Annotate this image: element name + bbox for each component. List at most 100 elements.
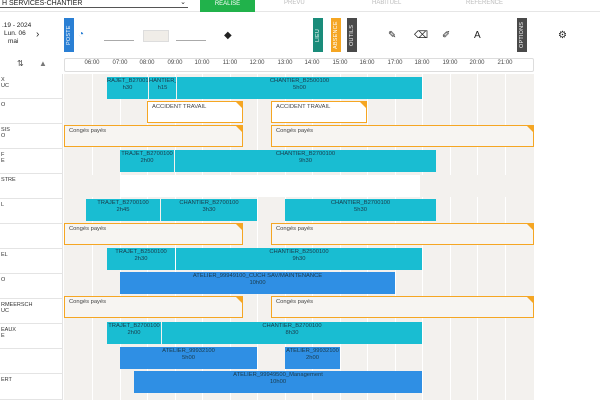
event-block[interactable]: CHANTIER_B2700100 8h30 (162, 322, 422, 344)
hour-label: 16:00 (359, 60, 375, 66)
grid-line (257, 74, 258, 400)
blank-slot-2[interactable] (143, 30, 169, 42)
employee-row[interactable]: O (0, 99, 63, 124)
absence-flag-icon (527, 126, 533, 132)
tab-absence[interactable]: ABSENCE (331, 18, 341, 52)
event-block[interactable]: TRAJET_B2500100 2h30 (107, 248, 175, 270)
tab-lieu[interactable]: LIEU (313, 18, 323, 52)
hour-label: 21:00 (497, 60, 513, 66)
tab-habituel[interactable]: HABITUEL (372, 0, 401, 10)
top-nav: H SERVICES-CHANTIER ⌄ RÉALISÉ PRÉVU HABI… (0, 0, 600, 12)
date-month: mai (8, 38, 19, 45)
employee-row[interactable] (0, 349, 63, 374)
text-style-icon[interactable]: A (474, 30, 481, 41)
toolbar (0, 12, 600, 57)
employee-row[interactable]: SIS O (0, 124, 63, 149)
event-block[interactable]: TRAJET_B2700100 2h00 (120, 150, 174, 172)
warning-icon[interactable]: ▲ (39, 59, 47, 68)
blank-slot-3[interactable] (176, 40, 206, 41)
event-block[interactable]: CHANTIER_B2700100 9h30 (175, 150, 436, 172)
hour-label: 18:00 (414, 60, 430, 66)
sort-icon[interactable]: ⇅ (17, 59, 24, 68)
absence-flag-icon (527, 224, 533, 230)
pie-chart-icon[interactable]: ◔ (78, 29, 84, 40)
hour-label: 06:00 (84, 60, 100, 66)
left-header: ⇅ ▲ (0, 58, 63, 72)
date-day: Lun. 06 (4, 30, 26, 37)
hour-label: 15:00 (332, 60, 348, 66)
settings-icon[interactable]: ⚙ (558, 30, 567, 41)
hour-label: 09:00 (167, 60, 183, 66)
employee-list: X UC O SIS O FE STRE L EL O RMEERSCH UC EAU… (0, 74, 63, 400)
hour-label: 20:00 (469, 60, 485, 66)
hour-label: 14:00 (304, 60, 320, 66)
employee-row[interactable]: EL (0, 249, 63, 274)
tab-poste[interactable]: POSTE (64, 18, 74, 52)
absence-flag-icon (236, 297, 242, 303)
tab-realise[interactable]: RÉALISÉ (200, 0, 255, 12)
event-block[interactable]: ATELIER_99932100 2h00 (285, 347, 340, 369)
employee-row[interactable]: ERT (0, 374, 63, 400)
absence-flag-icon (360, 102, 366, 108)
employee-row[interactable]: RMEERSCH UC (0, 299, 63, 324)
planning-screen: H SERVICES-CHANTIER ⌄ RÉALISÉ PRÉVU HABI… (0, 0, 600, 400)
planning-grid[interactable]: RAJET_B2700100h30 HANTIER_B2h15 CHANTIER… (64, 74, 534, 400)
absence-block[interactable]: Congés payés (271, 223, 534, 245)
employee-row[interactable]: EAUX E (0, 324, 63, 349)
employee-row[interactable] (0, 224, 63, 249)
brush-icon[interactable]: ✎ (388, 30, 396, 41)
current-date: .19 - 2024 Lun. 06 mai (2, 22, 31, 46)
date-week: .19 - 2024 (2, 22, 32, 29)
event-block[interactable]: ATELIER_99932100 5h00 (120, 347, 257, 369)
hour-label: 10:00 (194, 60, 210, 66)
absence-block[interactable]: ACCIDENT TRAVAIL (271, 101, 367, 123)
eraser-tool-icon[interactable]: ⌫ (414, 30, 428, 41)
absence-block[interactable]: Congés payés (271, 125, 534, 147)
employee-row[interactable]: X UC (0, 74, 63, 99)
event-block[interactable]: CHANTIER_B2500100 5h00 (177, 77, 422, 99)
hour-label: 11:00 (222, 60, 238, 66)
tab-reference[interactable]: RÉFÉRENCE (466, 0, 503, 10)
employee-row[interactable]: STRE (0, 174, 63, 199)
tab-outils[interactable]: OUTILS (347, 18, 357, 52)
event-block[interactable]: CHANTIER_B2700100 3h30 (161, 199, 257, 221)
employee-row[interactable]: L (0, 199, 63, 224)
event-block[interactable]: ATELIER_99949100_CUCH SAV/MAINTENANCE 10h… (120, 272, 395, 294)
absence-block[interactable]: Congés payés (271, 296, 534, 318)
absence-flag-icon (236, 224, 242, 230)
hour-label: 12:00 (249, 60, 265, 66)
blank-slot-1[interactable] (104, 40, 134, 41)
event-block[interactable]: ATELIER_99949500_Management 10h00 (134, 371, 422, 393)
event-block[interactable]: TRAJET_B2700100 2h00 (107, 322, 161, 344)
hour-label: 17:00 (387, 60, 403, 66)
chevron-down-icon: ⌄ (180, 0, 186, 6)
absence-block[interactable]: Congés payés (64, 223, 243, 245)
chevron-right-icon[interactable]: › (36, 29, 39, 40)
tab-prevu[interactable]: PRÉVU (284, 0, 305, 10)
employee-row[interactable]: FE (0, 149, 63, 174)
event-block[interactable]: CHANTIER_B2500100 9h30 (176, 248, 422, 270)
hour-label: 19:00 (442, 60, 458, 66)
right-margin (534, 58, 600, 400)
employee-row[interactable]: O (0, 274, 63, 299)
team-filter-value: H SERVICES-CHANTIER (2, 0, 83, 7)
eyedropper-icon[interactable]: ✐ (442, 30, 450, 41)
absence-flag-icon (236, 102, 242, 108)
absence-block[interactable]: ACCIDENT TRAVAIL (147, 101, 243, 123)
team-filter-select[interactable]: H SERVICES-CHANTIER ⌄ (0, 0, 188, 8)
event-block[interactable]: CHANTIER_B2700100 5h30 (285, 199, 436, 221)
tab-options[interactable]: OPTIONS (517, 18, 527, 52)
empty-slot-area (120, 175, 420, 197)
absence-block[interactable]: Congés payés (64, 125, 243, 147)
hours-header: ⇅ ▲ 06:00 07:00 08:00 09:00 10:00 11:00 … (0, 58, 600, 72)
hour-label: 13:00 (277, 60, 293, 66)
event-block[interactable]: HANTIER_B2h15 (149, 77, 176, 99)
event-block[interactable]: TRAJET_B2700100 2h45 (86, 199, 160, 221)
empty-day-row[interactable] (64, 175, 534, 197)
hour-label: 08:00 (139, 60, 155, 66)
event-block[interactable]: RAJET_B2700100h30 (107, 77, 148, 99)
hour-label: 07:00 (112, 60, 128, 66)
absence-block[interactable]: Congés payés (64, 296, 243, 318)
eraser-icon[interactable]: ◆ (224, 30, 232, 41)
absence-flag-icon (236, 126, 242, 132)
